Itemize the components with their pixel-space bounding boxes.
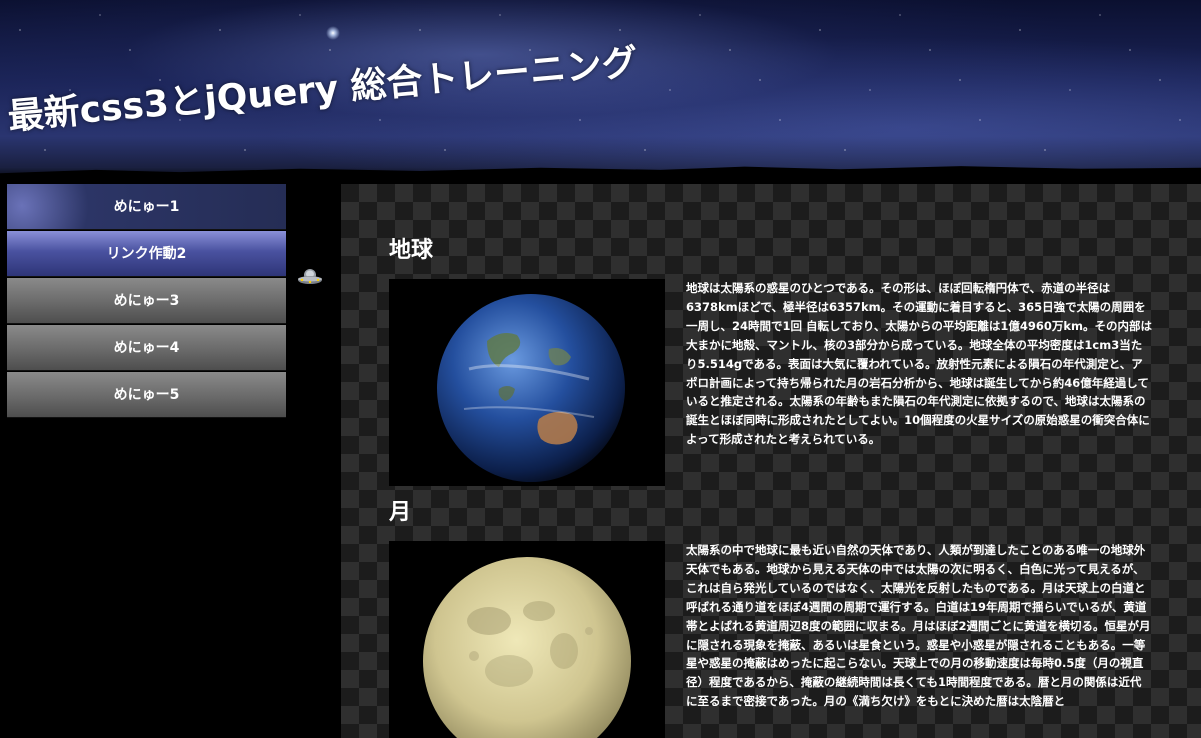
header-banner: 最新css3とjQuery 総合トレーニング [0,0,1201,182]
menu-item-1[interactable]: めにゅー1 [7,184,286,230]
section-text-earth: 地球は太陽系の惑星のひとつである。その形は、ほぼ回転楕円体で、赤道の半径は637… [686,281,1152,447]
menu-item-3[interactable]: めにゅー3 [7,278,286,324]
earth-image [389,279,665,486]
moon-image [389,541,665,738]
ufo-icon [298,269,322,284]
section-text-moon: 太陽系の中で地球に最も近い自然の天体であり、人類が到達したことのある唯一の地球外… [686,543,1151,709]
menu-item-2-link[interactable]: リンク作動2 [7,231,286,277]
menu-item-4[interactable]: めにゅー4 [7,325,286,371]
section-title-moon: 月 [389,500,412,525]
bright-star [326,26,340,40]
main-content: 地球 地球は太陽系の惑星のひとつである。その形は、ほぼ回転楕円体で、赤道の半径は… [341,184,1201,738]
section-title-earth: 地球 [389,238,434,263]
menu-item-5[interactable]: めにゅー5 [7,372,286,418]
sidebar-menu: めにゅー1 リンク作動2 めにゅー3 めにゅー4 めにゅー5 [7,184,286,418]
